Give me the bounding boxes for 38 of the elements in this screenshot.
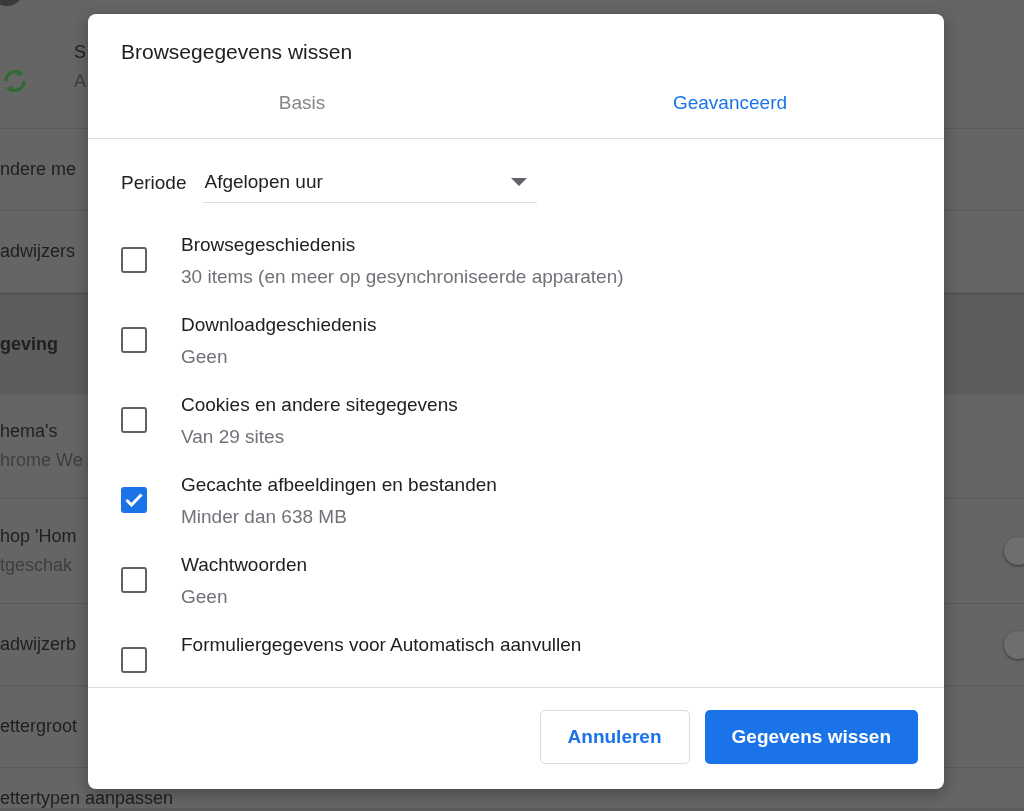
- option-detail: Geen: [181, 346, 229, 368]
- setting-label: hop 'Hom: [0, 526, 77, 547]
- checkbox[interactable]: [121, 487, 147, 513]
- setting-label: hema's: [0, 421, 58, 442]
- toggle-switch[interactable]: [1004, 630, 1024, 659]
- setting-label: ettertypen aanpassen: [0, 788, 174, 808]
- clear-data-button[interactable]: Gegevens wissen: [704, 710, 918, 764]
- dropdown-caret-icon: [510, 177, 527, 186]
- setting-label: ndere me: [0, 159, 77, 180]
- checkmark-icon: [125, 493, 143, 507]
- option-label: Gecachte afbeeldingen en bestanden: [181, 474, 497, 496]
- option-label: Cookies en andere sitegegevens: [181, 394, 458, 416]
- section-heading: geving: [0, 333, 58, 355]
- period-label: Periode: [121, 172, 187, 194]
- toggle-switch[interactable]: [1004, 537, 1024, 565]
- period-dropdown[interactable]: Afgelopen uur: [202, 161, 537, 203]
- dialog-title: Browsegegevens wissen: [120, 39, 354, 64]
- checkbox[interactable]: [121, 647, 147, 673]
- option-detail: Minder dan 638 MB: [181, 506, 348, 528]
- sync-icon: [2, 66, 28, 96]
- option-detail: 30 items (en meer op gesynchroniseerde apparaten): [181, 266, 624, 288]
- option-label: Formuliergegevens voor Automatisch aanvullen: [181, 634, 582, 656]
- option-label: Browsegeschiedenis: [181, 234, 357, 256]
- tab[interactable]: Basis: [88, 88, 516, 138]
- tab[interactable]: Geavanceerd: [516, 88, 944, 138]
- checkbox[interactable]: [121, 407, 147, 433]
- checkbox[interactable]: [121, 247, 147, 273]
- setting-label: adwijzerb: [0, 634, 77, 655]
- option-detail: Van 29 sites: [181, 426, 286, 448]
- cancel-button[interactable]: Annuleren: [539, 710, 690, 764]
- checkbox[interactable]: [121, 567, 147, 593]
- option-label: Downloadgeschiedenis: [181, 314, 377, 336]
- setting-label: adwijzers: [0, 241, 76, 262]
- setting-label: ettergroot: [0, 716, 78, 737]
- option-label: Wachtwoorden: [181, 554, 308, 576]
- setting-label: S: [74, 42, 86, 63]
- checkbox[interactable]: [121, 327, 147, 353]
- option-detail: Geen: [181, 586, 229, 608]
